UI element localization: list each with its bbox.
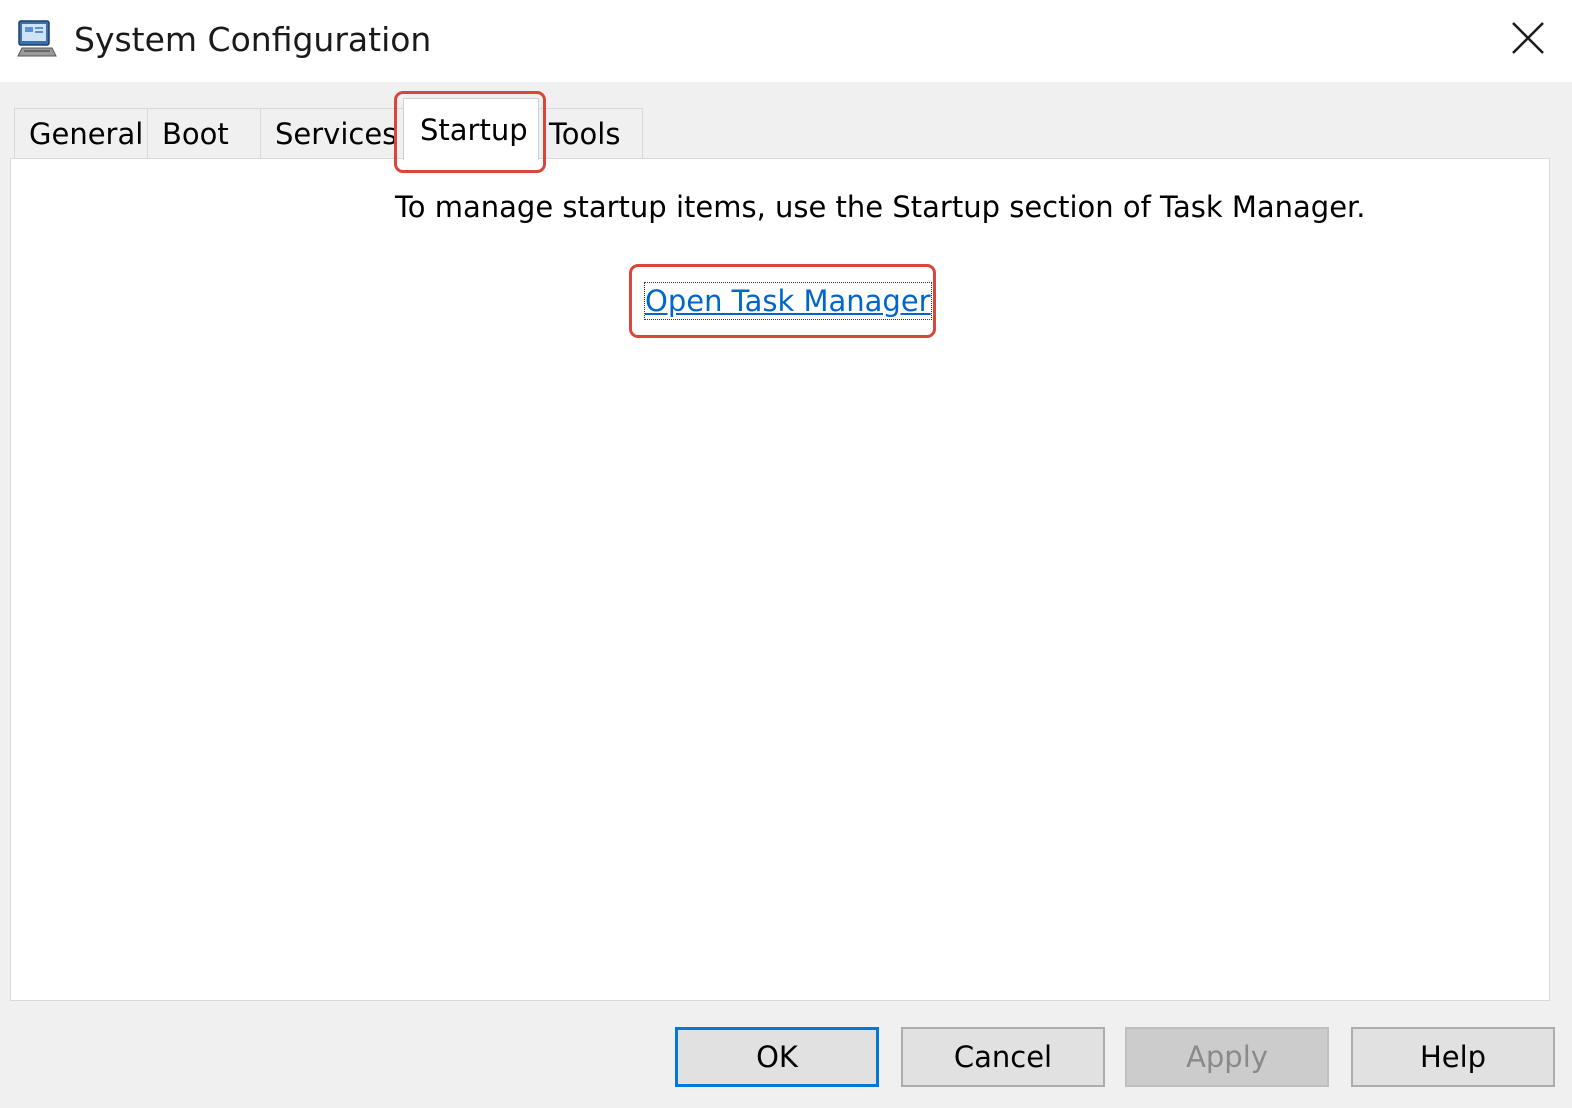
system-configuration-window: System Configuration General Boot Servic… [0, 0, 1572, 1108]
window-title: System Configuration [74, 20, 432, 59]
help-button[interactable]: Help [1351, 1027, 1555, 1087]
tab-tools[interactable]: Tools [538, 108, 643, 158]
tab-services[interactable]: Services [260, 108, 404, 158]
startup-info-text: To manage startup items, use the Startup… [395, 190, 1366, 224]
close-button[interactable] [1498, 10, 1558, 70]
tab-startup[interactable]: Startup [403, 98, 539, 160]
ok-button[interactable]: OK [675, 1027, 879, 1087]
open-task-manager-link[interactable]: Open Task Manager [644, 282, 932, 320]
tab-general[interactable]: General [14, 108, 148, 158]
apply-button[interactable]: Apply [1125, 1027, 1329, 1087]
close-icon [1511, 21, 1545, 59]
cancel-button[interactable]: Cancel [901, 1027, 1105, 1087]
title-bar: System Configuration [0, 0, 1572, 82]
tab-boot[interactable]: Boot [147, 108, 261, 158]
startup-tab-panel: To manage startup items, use the Startup… [10, 158, 1550, 1001]
msconfig-computer-icon [16, 18, 58, 60]
